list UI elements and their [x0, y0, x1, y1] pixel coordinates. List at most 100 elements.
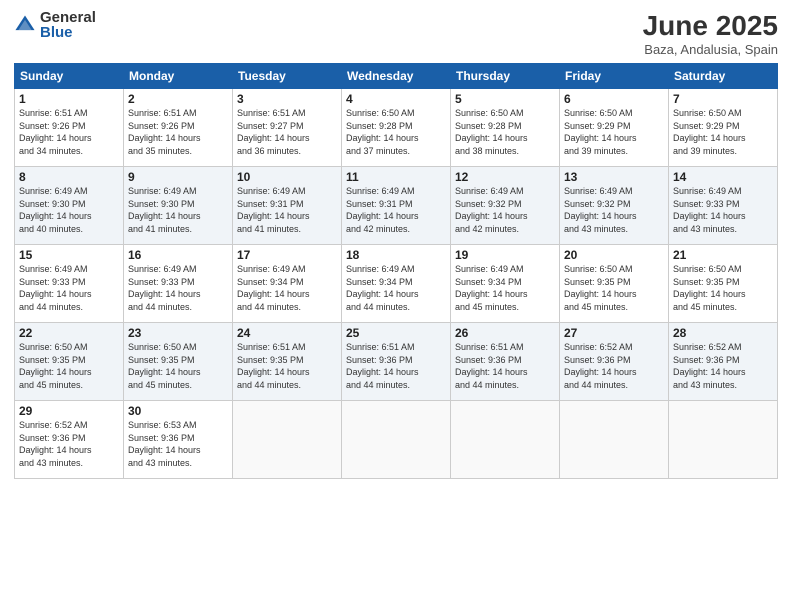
month-title: June 2025 — [643, 10, 778, 42]
calendar-cell: 30Sunrise: 6:53 AM Sunset: 9:36 PM Dayli… — [124, 401, 233, 479]
day-info: Sunrise: 6:51 AM Sunset: 9:36 PM Dayligh… — [455, 341, 555, 391]
logo-blue: Blue — [40, 25, 96, 40]
calendar-cell — [342, 401, 451, 479]
calendar-cell: 16Sunrise: 6:49 AM Sunset: 9:33 PM Dayli… — [124, 245, 233, 323]
day-info: Sunrise: 6:49 AM Sunset: 9:32 PM Dayligh… — [455, 185, 555, 235]
calendar-cell — [669, 401, 778, 479]
calendar-cell: 3Sunrise: 6:51 AM Sunset: 9:27 PM Daylig… — [233, 89, 342, 167]
day-number: 18 — [346, 248, 446, 262]
calendar-cell: 28Sunrise: 6:52 AM Sunset: 9:36 PM Dayli… — [669, 323, 778, 401]
day-info: Sunrise: 6:49 AM Sunset: 9:32 PM Dayligh… — [564, 185, 664, 235]
day-info: Sunrise: 6:50 AM Sunset: 9:28 PM Dayligh… — [346, 107, 446, 157]
calendar-cell: 12Sunrise: 6:49 AM Sunset: 9:32 PM Dayli… — [451, 167, 560, 245]
day-info: Sunrise: 6:49 AM Sunset: 9:30 PM Dayligh… — [19, 185, 119, 235]
day-info: Sunrise: 6:49 AM Sunset: 9:34 PM Dayligh… — [455, 263, 555, 313]
calendar-cell: 10Sunrise: 6:49 AM Sunset: 9:31 PM Dayli… — [233, 167, 342, 245]
weekday-header-monday: Monday — [124, 64, 233, 89]
day-info: Sunrise: 6:50 AM Sunset: 9:35 PM Dayligh… — [564, 263, 664, 313]
day-info: Sunrise: 6:51 AM Sunset: 9:27 PM Dayligh… — [237, 107, 337, 157]
calendar-cell — [451, 401, 560, 479]
day-info: Sunrise: 6:50 AM Sunset: 9:28 PM Dayligh… — [455, 107, 555, 157]
logo-general: General — [40, 10, 96, 25]
day-number: 29 — [19, 404, 119, 418]
calendar-cell: 8Sunrise: 6:49 AM Sunset: 9:30 PM Daylig… — [15, 167, 124, 245]
day-number: 14 — [673, 170, 773, 184]
day-number: 26 — [455, 326, 555, 340]
day-number: 19 — [455, 248, 555, 262]
day-number: 21 — [673, 248, 773, 262]
day-info: Sunrise: 6:49 AM Sunset: 9:31 PM Dayligh… — [346, 185, 446, 235]
day-info: Sunrise: 6:51 AM Sunset: 9:35 PM Dayligh… — [237, 341, 337, 391]
day-number: 8 — [19, 170, 119, 184]
calendar-cell: 25Sunrise: 6:51 AM Sunset: 9:36 PM Dayli… — [342, 323, 451, 401]
day-info: Sunrise: 6:50 AM Sunset: 9:29 PM Dayligh… — [564, 107, 664, 157]
calendar-week-1: 1Sunrise: 6:51 AM Sunset: 9:26 PM Daylig… — [15, 89, 778, 167]
day-info: Sunrise: 6:50 AM Sunset: 9:35 PM Dayligh… — [128, 341, 228, 391]
calendar-cell: 26Sunrise: 6:51 AM Sunset: 9:36 PM Dayli… — [451, 323, 560, 401]
day-info: Sunrise: 6:50 AM Sunset: 9:29 PM Dayligh… — [673, 107, 773, 157]
day-number: 16 — [128, 248, 228, 262]
day-info: Sunrise: 6:53 AM Sunset: 9:36 PM Dayligh… — [128, 419, 228, 469]
calendar-cell: 9Sunrise: 6:49 AM Sunset: 9:30 PM Daylig… — [124, 167, 233, 245]
calendar-cell: 22Sunrise: 6:50 AM Sunset: 9:35 PM Dayli… — [15, 323, 124, 401]
day-number: 3 — [237, 92, 337, 106]
day-info: Sunrise: 6:52 AM Sunset: 9:36 PM Dayligh… — [564, 341, 664, 391]
logo: General Blue — [14, 10, 96, 40]
day-info: Sunrise: 6:49 AM Sunset: 9:33 PM Dayligh… — [673, 185, 773, 235]
day-info: Sunrise: 6:49 AM Sunset: 9:33 PM Dayligh… — [128, 263, 228, 313]
calendar-cell: 19Sunrise: 6:49 AM Sunset: 9:34 PM Dayli… — [451, 245, 560, 323]
day-number: 10 — [237, 170, 337, 184]
day-number: 4 — [346, 92, 446, 106]
day-info: Sunrise: 6:50 AM Sunset: 9:35 PM Dayligh… — [19, 341, 119, 391]
weekday-header-sunday: Sunday — [15, 64, 124, 89]
day-info: Sunrise: 6:52 AM Sunset: 9:36 PM Dayligh… — [19, 419, 119, 469]
weekday-header-friday: Friday — [560, 64, 669, 89]
day-number: 15 — [19, 248, 119, 262]
calendar-cell: 5Sunrise: 6:50 AM Sunset: 9:28 PM Daylig… — [451, 89, 560, 167]
day-number: 1 — [19, 92, 119, 106]
day-info: Sunrise: 6:51 AM Sunset: 9:26 PM Dayligh… — [128, 107, 228, 157]
calendar-cell: 18Sunrise: 6:49 AM Sunset: 9:34 PM Dayli… — [342, 245, 451, 323]
calendar-week-3: 15Sunrise: 6:49 AM Sunset: 9:33 PM Dayli… — [15, 245, 778, 323]
page: General Blue June 2025 Baza, Andalusia, … — [0, 0, 792, 612]
day-number: 9 — [128, 170, 228, 184]
day-info: Sunrise: 6:50 AM Sunset: 9:35 PM Dayligh… — [673, 263, 773, 313]
day-info: Sunrise: 6:49 AM Sunset: 9:30 PM Dayligh… — [128, 185, 228, 235]
day-number: 23 — [128, 326, 228, 340]
calendar-cell: 27Sunrise: 6:52 AM Sunset: 9:36 PM Dayli… — [560, 323, 669, 401]
day-info: Sunrise: 6:49 AM Sunset: 9:33 PM Dayligh… — [19, 263, 119, 313]
day-number: 27 — [564, 326, 664, 340]
calendar-cell: 21Sunrise: 6:50 AM Sunset: 9:35 PM Dayli… — [669, 245, 778, 323]
day-number: 25 — [346, 326, 446, 340]
day-number: 30 — [128, 404, 228, 418]
day-number: 6 — [564, 92, 664, 106]
logo-text: General Blue — [40, 10, 96, 40]
calendar-week-2: 8Sunrise: 6:49 AM Sunset: 9:30 PM Daylig… — [15, 167, 778, 245]
header-row: SundayMondayTuesdayWednesdayThursdayFrid… — [15, 64, 778, 89]
day-info: Sunrise: 6:49 AM Sunset: 9:31 PM Dayligh… — [237, 185, 337, 235]
logo-icon — [14, 14, 36, 36]
calendar-cell: 20Sunrise: 6:50 AM Sunset: 9:35 PM Dayli… — [560, 245, 669, 323]
day-info: Sunrise: 6:52 AM Sunset: 9:36 PM Dayligh… — [673, 341, 773, 391]
calendar-cell: 17Sunrise: 6:49 AM Sunset: 9:34 PM Dayli… — [233, 245, 342, 323]
calendar-cell: 4Sunrise: 6:50 AM Sunset: 9:28 PM Daylig… — [342, 89, 451, 167]
day-info: Sunrise: 6:51 AM Sunset: 9:26 PM Dayligh… — [19, 107, 119, 157]
calendar-week-4: 22Sunrise: 6:50 AM Sunset: 9:35 PM Dayli… — [15, 323, 778, 401]
day-number: 7 — [673, 92, 773, 106]
calendar-cell: 15Sunrise: 6:49 AM Sunset: 9:33 PM Dayli… — [15, 245, 124, 323]
calendar-cell: 24Sunrise: 6:51 AM Sunset: 9:35 PM Dayli… — [233, 323, 342, 401]
calendar-cell: 7Sunrise: 6:50 AM Sunset: 9:29 PM Daylig… — [669, 89, 778, 167]
day-number: 12 — [455, 170, 555, 184]
weekday-header-saturday: Saturday — [669, 64, 778, 89]
calendar-cell — [233, 401, 342, 479]
day-number: 22 — [19, 326, 119, 340]
calendar-cell: 29Sunrise: 6:52 AM Sunset: 9:36 PM Dayli… — [15, 401, 124, 479]
calendar-cell — [560, 401, 669, 479]
weekday-header-thursday: Thursday — [451, 64, 560, 89]
day-number: 5 — [455, 92, 555, 106]
calendar-cell: 6Sunrise: 6:50 AM Sunset: 9:29 PM Daylig… — [560, 89, 669, 167]
day-number: 24 — [237, 326, 337, 340]
day-number: 17 — [237, 248, 337, 262]
title-section: June 2025 Baza, Andalusia, Spain — [643, 10, 778, 57]
location: Baza, Andalusia, Spain — [643, 42, 778, 57]
